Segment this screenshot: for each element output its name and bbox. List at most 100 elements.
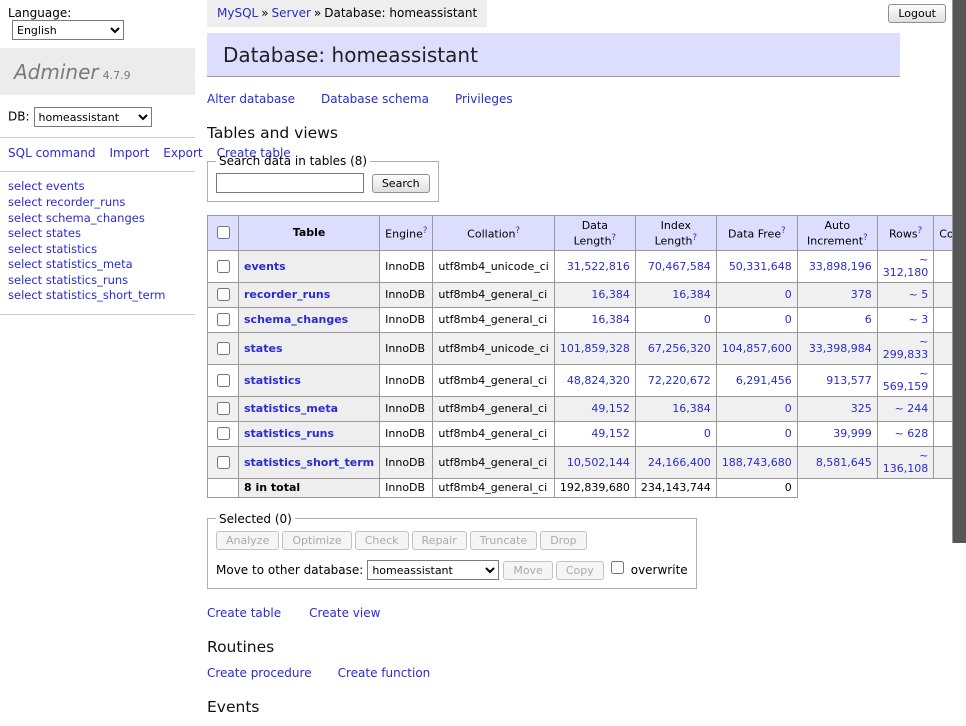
data-length-link[interactable]: 48,824,320: [567, 374, 630, 387]
db-select[interactable]: homeassistant: [34, 107, 152, 127]
search-button[interactable]: Search: [372, 174, 430, 193]
data-length-link[interactable]: 16,384: [591, 288, 630, 301]
auto-increment-link[interactable]: 325: [851, 402, 872, 415]
copy-button[interactable]: Copy: [556, 561, 604, 580]
search-input[interactable]: [216, 173, 364, 193]
auto-increment-link[interactable]: 6: [865, 313, 872, 326]
move-database-select[interactable]: homeassistant: [367, 560, 499, 580]
breadcrumb-mysql-link[interactable]: MySQL: [217, 6, 258, 20]
data-free-link[interactable]: 0: [785, 288, 792, 301]
table-name-link[interactable]: statistics_runs: [244, 427, 334, 440]
row-select-checkbox[interactable]: [217, 456, 230, 469]
sidebar-select-link[interactable]: select states: [8, 226, 187, 242]
index-length-link[interactable]: 72,220,672: [648, 374, 711, 387]
help-link[interactable]: ?: [423, 226, 428, 236]
optimize-button[interactable]: Optimize: [282, 531, 351, 550]
data-length-link[interactable]: 49,152: [591, 402, 630, 415]
row-select-checkbox[interactable]: [217, 374, 230, 387]
language-select[interactable]: English: [12, 20, 124, 40]
overwrite-checkbox[interactable]: [611, 561, 624, 574]
data-free-link[interactable]: 188,743,680: [722, 456, 792, 469]
table-name-link[interactable]: statistics_meta: [244, 402, 338, 415]
data-free-link[interactable]: 50,331,648: [729, 260, 792, 273]
table-name-link[interactable]: schema_changes: [244, 313, 348, 326]
row-select-checkbox[interactable]: [217, 313, 230, 326]
row-select-checkbox[interactable]: [217, 288, 230, 301]
breadcrumb-server-link[interactable]: Server: [272, 6, 311, 20]
table-name-link[interactable]: statistics: [244, 374, 301, 387]
table-name-link[interactable]: statistics_short_term: [244, 456, 374, 469]
index-length-link[interactable]: 16,384: [672, 402, 711, 415]
rows-link[interactable]: ~ 136,108: [883, 449, 929, 475]
create-table-link[interactable]: Create table: [207, 606, 281, 620]
export-link[interactable]: Export: [163, 146, 202, 160]
row-select-checkbox[interactable]: [217, 342, 230, 355]
data-length-link[interactable]: 101,859,328: [560, 342, 630, 355]
auto-increment-link[interactable]: 39,999: [833, 427, 872, 440]
data-length-link[interactable]: 16,384: [591, 313, 630, 326]
help-link[interactable]: ?: [918, 226, 923, 236]
sidebar-select-link[interactable]: select statistics_short_term: [8, 288, 187, 304]
privileges-link[interactable]: Privileges: [455, 92, 513, 106]
help-link[interactable]: ?: [693, 233, 698, 243]
create-view-link[interactable]: Create view: [309, 606, 380, 620]
drop-button[interactable]: Drop: [540, 531, 586, 550]
row-select-checkbox[interactable]: [217, 427, 230, 440]
move-button[interactable]: Move: [503, 561, 553, 580]
data-free-link[interactable]: 0: [785, 427, 792, 440]
select-all-checkbox[interactable]: [217, 226, 230, 239]
table-name-link[interactable]: events: [244, 260, 286, 273]
rows-link[interactable]: ~ 312,180: [883, 253, 929, 279]
row-select-checkbox[interactable]: [217, 260, 230, 273]
sidebar-select-link[interactable]: select statistics: [8, 242, 187, 258]
index-length-link[interactable]: 67,256,320: [648, 342, 711, 355]
help-link[interactable]: ?: [612, 233, 617, 243]
data-free-link[interactable]: 104,857,600: [722, 342, 792, 355]
truncate-button[interactable]: Truncate: [470, 531, 537, 550]
auto-increment-link[interactable]: 33,898,196: [809, 260, 872, 273]
sidebar-select-link[interactable]: select statistics_runs: [8, 273, 187, 289]
rows-link[interactable]: ~ 569,159: [883, 367, 929, 393]
index-length-link[interactable]: 0: [704, 427, 711, 440]
sql-command-link[interactable]: SQL command: [8, 146, 95, 160]
data-length-link[interactable]: 49,152: [591, 427, 630, 440]
help-link[interactable]: ?: [516, 226, 521, 236]
help-link[interactable]: ?: [781, 226, 786, 236]
table-name-link[interactable]: states: [244, 342, 283, 355]
rows-link[interactable]: ~ 244: [895, 402, 929, 415]
sidebar-select-link[interactable]: select recorder_runs: [8, 195, 187, 211]
data-length-link[interactable]: 10,502,144: [567, 456, 630, 469]
logout-button[interactable]: Logout: [888, 4, 946, 23]
index-length-link[interactable]: 0: [704, 313, 711, 326]
database-schema-link[interactable]: Database schema: [321, 92, 429, 106]
rows-link[interactable]: ~ 299,833: [883, 335, 929, 361]
create-function-link[interactable]: Create function: [338, 666, 431, 680]
rows-link[interactable]: ~ 628: [895, 427, 929, 440]
index-length-link[interactable]: 16,384: [672, 288, 711, 301]
data-length-link[interactable]: 31,522,816: [567, 260, 630, 273]
alter-database-link[interactable]: Alter database: [207, 92, 295, 106]
rows-link[interactable]: ~ 5: [909, 288, 929, 301]
app-version[interactable]: 4.7.9: [103, 69, 131, 82]
help-link[interactable]: ?: [863, 233, 868, 243]
vertical-scrollbar[interactable]: [952, 0, 966, 543]
index-length-link[interactable]: 70,467,584: [648, 260, 711, 273]
rows-link[interactable]: ~ 3: [909, 313, 929, 326]
data-free-link[interactable]: 6,291,456: [736, 374, 792, 387]
table-name-link[interactable]: recorder_runs: [244, 288, 330, 301]
app-name[interactable]: Adminer: [14, 60, 99, 84]
data-free-link[interactable]: 0: [785, 402, 792, 415]
auto-increment-link[interactable]: 913,577: [826, 374, 872, 387]
create-procedure-link[interactable]: Create procedure: [207, 666, 312, 680]
sidebar-select-link[interactable]: select schema_changes: [8, 211, 187, 227]
data-free-link[interactable]: 0: [785, 313, 792, 326]
repair-button[interactable]: Repair: [412, 531, 467, 550]
import-link[interactable]: Import: [109, 146, 149, 160]
sidebar-select-link[interactable]: select events: [8, 179, 187, 195]
index-length-link[interactable]: 24,166,400: [648, 456, 711, 469]
sidebar-select-link[interactable]: select statistics_meta: [8, 257, 187, 273]
row-select-checkbox[interactable]: [217, 402, 230, 415]
auto-increment-link[interactable]: 8,581,645: [816, 456, 872, 469]
analyze-button[interactable]: Analyze: [216, 531, 279, 550]
auto-increment-link[interactable]: 378: [851, 288, 872, 301]
